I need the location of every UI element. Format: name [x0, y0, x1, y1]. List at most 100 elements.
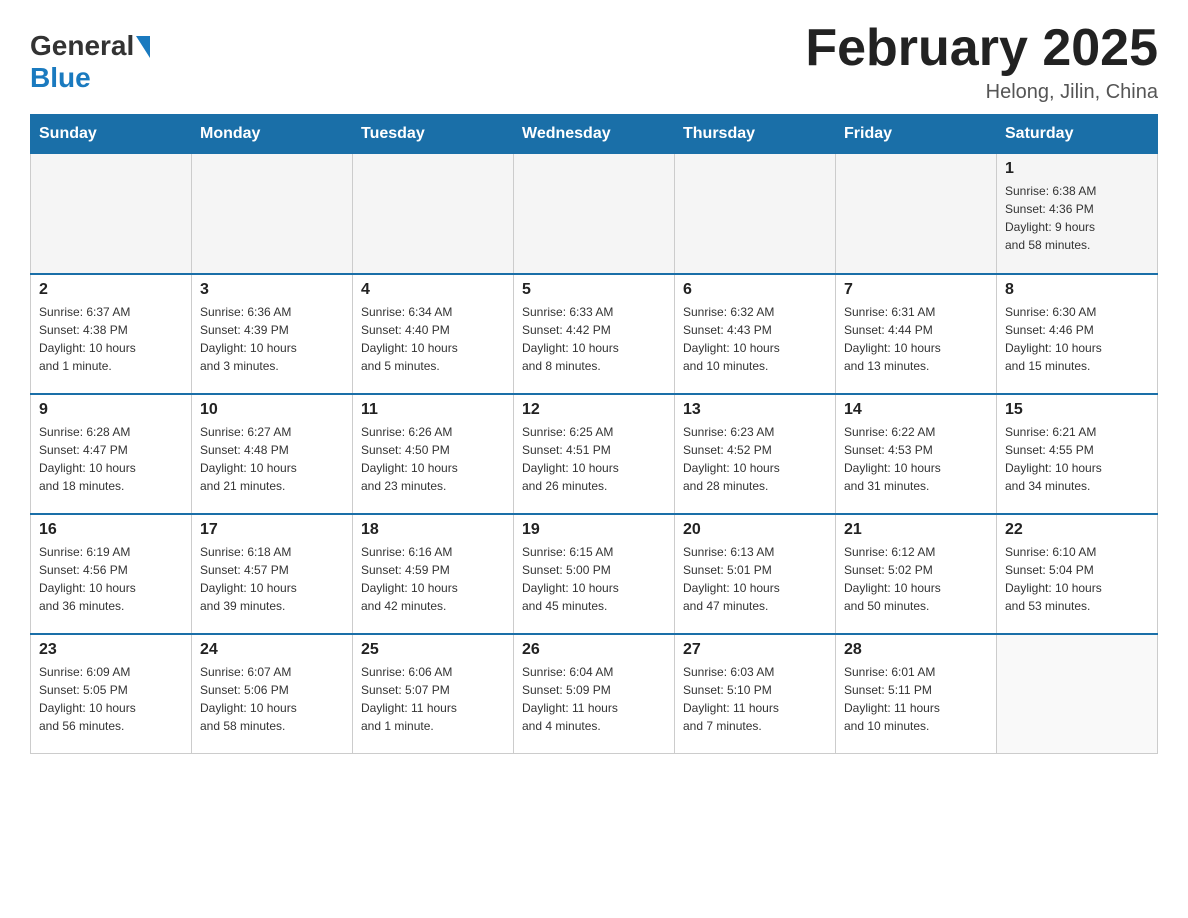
day-number: 19	[522, 521, 666, 539]
calendar-cell: 11 Sunrise: 6:26 AMSunset: 4:50 PMDayligh…	[353, 394, 514, 514]
day-number: 26	[522, 641, 666, 659]
title-section: February 2025 Helong, Jilin, China	[805, 20, 1158, 104]
calendar-cell	[997, 634, 1158, 754]
day-number: 28	[844, 641, 988, 659]
calendar-cell: 13Sunrise: 6:23 AMSunset: 4:52 PMDayligh…	[675, 394, 836, 514]
day-number: 17	[200, 521, 344, 539]
calendar-cell: 10 Sunrise: 6:27 AMSunset: 4:48 PMDayligh…	[192, 394, 353, 514]
day-number: 24	[200, 641, 344, 659]
calendar-cell: 1 Sunrise: 6:38 AMSunset: 4:36 PMDaylight…	[997, 154, 1158, 274]
day-number: 25	[361, 641, 505, 659]
day-number: 10	[200, 401, 344, 419]
logo-general-text: General	[30, 30, 134, 62]
calendar-cell: 18 Sunrise: 6:16 AMSunset: 4:59 PMDayligh…	[353, 514, 514, 634]
day-number: 18	[361, 521, 505, 539]
calendar-cell: 2Sunrise: 6:37 AMSunset: 4:38 PMDaylight…	[31, 274, 192, 394]
day-number: 9	[39, 401, 183, 419]
day-number: 3	[200, 281, 344, 299]
page-header: General Blue February 2025 Helong, Jilin…	[30, 20, 1158, 104]
weekday-header-tuesday: Tuesday	[353, 115, 514, 154]
day-number: 12	[522, 401, 666, 419]
day-number: 16	[39, 521, 183, 539]
calendar-cell: 27 Sunrise: 6:03 AMSunset: 5:10 PMDayligh…	[675, 634, 836, 754]
calendar-week-row: 2Sunrise: 6:37 AMSunset: 4:38 PMDaylight…	[31, 274, 1158, 394]
calendar-table: SundayMondayTuesdayWednesdayThursdayFrid…	[30, 114, 1158, 754]
day-number: 7	[844, 281, 988, 299]
calendar-cell: 3 Sunrise: 6:36 AMSunset: 4:39 PMDaylight…	[192, 274, 353, 394]
calendar-cell: 15 Sunrise: 6:21 AMSunset: 4:55 PMDayligh…	[997, 394, 1158, 514]
weekday-header-saturday: Saturday	[997, 115, 1158, 154]
calendar-cell: 26Sunrise: 6:04 AMSunset: 5:09 PMDayligh…	[514, 634, 675, 754]
day-info: Sunrise: 6:34 AMSunset: 4:40 PMDaylight:…	[361, 303, 505, 375]
day-number: 27	[683, 641, 827, 659]
day-info: Sunrise: 6:16 AMSunset: 4:59 PMDaylight:…	[361, 543, 505, 615]
day-number: 5	[522, 281, 666, 299]
day-number: 1	[1005, 160, 1149, 178]
calendar-cell: 22 Sunrise: 6:10 AMSunset: 5:04 PMDayligh…	[997, 514, 1158, 634]
day-info: Sunrise: 6:28 AMSunset: 4:47 PMDaylight:…	[39, 423, 183, 495]
day-number: 14	[844, 401, 988, 419]
calendar-cell	[31, 154, 192, 274]
day-number: 2	[39, 281, 183, 299]
calendar-week-row: 16Sunrise: 6:19 AMSunset: 4:56 PMDayligh…	[31, 514, 1158, 634]
day-info: Sunrise: 6:26 AMSunset: 4:50 PMDaylight:…	[361, 423, 505, 495]
day-info: Sunrise: 6:03 AMSunset: 5:10 PMDaylight:…	[683, 663, 827, 735]
weekday-header-wednesday: Wednesday	[514, 115, 675, 154]
day-info: Sunrise: 6:06 AMSunset: 5:07 PMDaylight:…	[361, 663, 505, 735]
calendar-cell: 7 Sunrise: 6:31 AMSunset: 4:44 PMDaylight…	[836, 274, 997, 394]
day-info: Sunrise: 6:07 AMSunset: 5:06 PMDaylight:…	[200, 663, 344, 735]
weekday-header-sunday: Sunday	[31, 115, 192, 154]
day-info: Sunrise: 6:12 AMSunset: 5:02 PMDaylight:…	[844, 543, 988, 615]
day-info: Sunrise: 6:38 AMSunset: 4:36 PMDaylight:…	[1005, 182, 1149, 254]
day-info: Sunrise: 6:10 AMSunset: 5:04 PMDaylight:…	[1005, 543, 1149, 615]
day-number: 21	[844, 521, 988, 539]
logo-blue-text: Blue	[30, 62, 91, 94]
calendar-cell: 23 Sunrise: 6:09 AMSunset: 5:05 PMDayligh…	[31, 634, 192, 754]
calendar-cell	[836, 154, 997, 274]
calendar-cell: 12Sunrise: 6:25 AMSunset: 4:51 PMDayligh…	[514, 394, 675, 514]
day-info: Sunrise: 6:18 AMSunset: 4:57 PMDaylight:…	[200, 543, 344, 615]
logo: General Blue	[30, 30, 150, 94]
weekday-header-thursday: Thursday	[675, 115, 836, 154]
calendar-cell	[514, 154, 675, 274]
calendar-week-row: 23 Sunrise: 6:09 AMSunset: 5:05 PMDayligh…	[31, 634, 1158, 754]
day-info: Sunrise: 6:21 AMSunset: 4:55 PMDaylight:…	[1005, 423, 1149, 495]
day-info: Sunrise: 6:31 AMSunset: 4:44 PMDaylight:…	[844, 303, 988, 375]
day-info: Sunrise: 6:09 AMSunset: 5:05 PMDaylight:…	[39, 663, 183, 735]
day-number: 15	[1005, 401, 1149, 419]
day-info: Sunrise: 6:15 AMSunset: 5:00 PMDaylight:…	[522, 543, 666, 615]
day-info: Sunrise: 6:36 AMSunset: 4:39 PMDaylight:…	[200, 303, 344, 375]
day-number: 22	[1005, 521, 1149, 539]
calendar-cell: 25 Sunrise: 6:06 AMSunset: 5:07 PMDayligh…	[353, 634, 514, 754]
weekday-header-friday: Friday	[836, 115, 997, 154]
calendar-cell: 17 Sunrise: 6:18 AMSunset: 4:57 PMDayligh…	[192, 514, 353, 634]
calendar-cell: 19 Sunrise: 6:15 AMSunset: 5:00 PMDayligh…	[514, 514, 675, 634]
calendar-cell	[192, 154, 353, 274]
day-info: Sunrise: 6:27 AMSunset: 4:48 PMDaylight:…	[200, 423, 344, 495]
month-title: February 2025	[805, 20, 1158, 77]
day-number: 8	[1005, 281, 1149, 299]
day-info: Sunrise: 6:30 AMSunset: 4:46 PMDaylight:…	[1005, 303, 1149, 375]
day-info: Sunrise: 6:22 AMSunset: 4:53 PMDaylight:…	[844, 423, 988, 495]
day-number: 6	[683, 281, 827, 299]
logo-icon: General Blue	[30, 30, 150, 94]
calendar-cell: 24 Sunrise: 6:07 AMSunset: 5:06 PMDayligh…	[192, 634, 353, 754]
day-info: Sunrise: 6:13 AMSunset: 5:01 PMDaylight:…	[683, 543, 827, 615]
calendar-week-row: 1 Sunrise: 6:38 AMSunset: 4:36 PMDaylight…	[31, 154, 1158, 274]
day-info: Sunrise: 6:23 AMSunset: 4:52 PMDaylight:…	[683, 423, 827, 495]
day-number: 11	[361, 401, 505, 419]
calendar-cell: 28 Sunrise: 6:01 AMSunset: 5:11 PMDayligh…	[836, 634, 997, 754]
calendar-cell: 8 Sunrise: 6:30 AMSunset: 4:46 PMDaylight…	[997, 274, 1158, 394]
calendar-cell: 20Sunrise: 6:13 AMSunset: 5:01 PMDayligh…	[675, 514, 836, 634]
logo-triangle-icon	[136, 36, 150, 58]
calendar-cell	[353, 154, 514, 274]
day-info: Sunrise: 6:01 AMSunset: 5:11 PMDaylight:…	[844, 663, 988, 735]
calendar-cell: 5Sunrise: 6:33 AMSunset: 4:42 PMDaylight…	[514, 274, 675, 394]
weekday-header-row: SundayMondayTuesdayWednesdayThursdayFrid…	[31, 115, 1158, 154]
day-number: 4	[361, 281, 505, 299]
calendar-cell	[675, 154, 836, 274]
calendar-cell: 6Sunrise: 6:32 AMSunset: 4:43 PMDaylight…	[675, 274, 836, 394]
calendar-cell: 21 Sunrise: 6:12 AMSunset: 5:02 PMDayligh…	[836, 514, 997, 634]
calendar-week-row: 9 Sunrise: 6:28 AMSunset: 4:47 PMDaylight…	[31, 394, 1158, 514]
day-number: 23	[39, 641, 183, 659]
